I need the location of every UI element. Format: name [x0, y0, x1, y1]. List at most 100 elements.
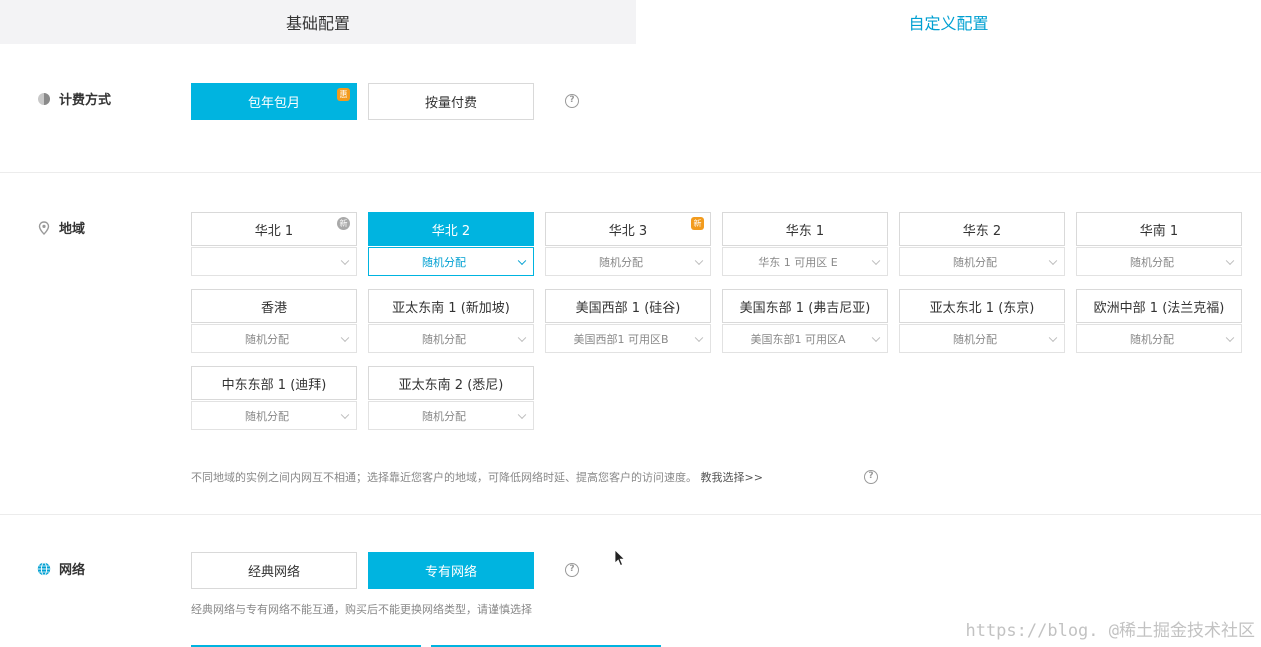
billing-option-label: 按量付费 — [424, 96, 477, 111]
zone-select-value: 随机分配 — [1130, 332, 1174, 346]
zone-select[interactable]: 随机分配 — [191, 324, 357, 353]
region-name-text: 亚太东北 1 (东京) — [929, 300, 1035, 316]
region-note-text: 不同地域的实例之间内网互不相通；选择靠近您客户的地域，可降低网络时延、提高您客户… — [191, 471, 697, 484]
region-name[interactable]: 华东 2 — [899, 212, 1065, 246]
region-card-huanan-1[interactable]: 华南 1 随机分配 — [1076, 212, 1242, 276]
chevron-down-icon — [1225, 333, 1235, 342]
tab-basic-config[interactable]: 基础配置 — [0, 0, 636, 44]
billing-help-icon[interactable]: ? — [565, 94, 579, 108]
watermark: https://blog. @稀土掘金技术社区 — [965, 621, 1255, 641]
zone-select[interactable]: 随机分配 — [545, 247, 711, 276]
zone-select[interactable]: 随机分配 — [368, 401, 534, 430]
mouse-cursor-icon — [614, 549, 626, 571]
zone-select[interactable]: 随机分配 — [899, 324, 1065, 353]
chevron-down-icon — [517, 256, 527, 265]
chevron-down-icon — [694, 333, 704, 342]
zone-select-value: 随机分配 — [422, 332, 466, 346]
zone-select[interactable]: 随机分配 — [899, 247, 1065, 276]
region-name[interactable]: 欧洲中部 1 (法兰克福) — [1076, 289, 1242, 323]
zone-select[interactable]: 随机分配 — [191, 401, 357, 430]
region-card-us-east[interactable]: 美国东部 1 (弗吉尼亚) 美国东部1 可用区A — [722, 289, 888, 353]
region-card-singapore[interactable]: 亚太东南 1 (新加坡) 随机分配 — [368, 289, 534, 353]
region-name-text: 亚太东南 1 (新加坡) — [392, 300, 510, 316]
region-name[interactable]: 美国东部 1 (弗吉尼亚) — [722, 289, 888, 323]
new-badge: 新 — [691, 217, 704, 230]
network-option-classic[interactable]: 经典网络 — [191, 552, 357, 589]
region-card-huadong-1[interactable]: 华东 1 华东 1 可用区 E — [722, 212, 888, 276]
region-card-sydney[interactable]: 亚太东南 2 (悉尼) 随机分配 — [368, 366, 534, 430]
network-option-vpc[interactable]: 专有网络 — [368, 552, 534, 589]
zone-select-value: 随机分配 — [422, 409, 466, 423]
help-me-choose-link[interactable]: 教我选择>> — [701, 471, 763, 484]
region-name-text: 华北 1 — [254, 223, 294, 239]
zone-select-value: 随机分配 — [245, 409, 289, 423]
discount-badge: 惠 — [337, 88, 350, 101]
chevron-down-icon — [871, 256, 881, 265]
region-name[interactable]: 亚太东北 1 (东京) — [899, 289, 1065, 323]
coin-icon — [37, 92, 51, 106]
region-name[interactable]: 亚太东南 2 (悉尼) — [368, 366, 534, 400]
zone-select[interactable]: 随机分配 — [368, 324, 534, 353]
zone-select[interactable]: 美国西部1 可用区B — [545, 324, 711, 353]
region-name-text: 香港 — [260, 300, 287, 316]
region-name[interactable]: 华北 1 新 — [191, 212, 357, 246]
zone-select[interactable] — [191, 247, 357, 276]
region-name-text: 华东 2 — [962, 223, 1002, 239]
region-name[interactable]: 华北 3 新 — [545, 212, 711, 246]
region-name[interactable]: 美国西部 1 (硅谷) — [545, 289, 711, 323]
region-name-text: 华北 2 — [431, 223, 471, 239]
zone-select-value: 随机分配 — [422, 255, 466, 269]
chevron-down-icon — [694, 256, 704, 265]
region-name-text: 美国东部 1 (弗吉尼亚) — [739, 300, 871, 316]
network-label: 网络 — [59, 563, 86, 578]
section-divider — [0, 514, 1261, 515]
region-name-text: 中东东部 1 (迪拜) — [221, 377, 327, 393]
tab-custom-config[interactable]: 自定义配置 — [636, 0, 1261, 44]
chevron-down-icon — [1225, 256, 1235, 265]
zone-select-value: 美国东部1 可用区A — [750, 332, 846, 346]
region-help-icon[interactable]: ? — [864, 470, 878, 484]
region-name[interactable]: 亚太东南 1 (新加坡) — [368, 289, 534, 323]
region-card-dubai[interactable]: 中东东部 1 (迪拜) 随机分配 — [191, 366, 357, 430]
region-name-text: 亚太东南 2 (悉尼) — [398, 377, 504, 393]
zone-select[interactable]: 随机分配 — [1076, 247, 1242, 276]
globe-icon — [37, 561, 51, 576]
region-card-huadong-2[interactable]: 华东 2 随机分配 — [899, 212, 1065, 276]
zone-select[interactable]: 随机分配 — [368, 247, 534, 276]
zone-select[interactable]: 美国东部1 可用区A — [722, 324, 888, 353]
zone-select[interactable]: 随机分配 — [1076, 324, 1242, 353]
billing-option-subscription[interactable]: 包年包月 惠 — [191, 83, 357, 120]
region-card-huabei-2[interactable]: 华北 2 随机分配 — [368, 212, 534, 276]
network-help-icon[interactable]: ? — [565, 563, 579, 577]
chevron-down-icon — [517, 410, 527, 419]
chevron-down-icon — [340, 333, 350, 342]
region-card-frankfurt[interactable]: 欧洲中部 1 (法兰克福) 随机分配 — [1076, 289, 1242, 353]
region-name[interactable]: 华南 1 — [1076, 212, 1242, 246]
region-section-label: 地域 — [37, 218, 85, 237]
zone-select-value: 随机分配 — [245, 332, 289, 346]
zone-select-value: 随机分配 — [599, 255, 643, 269]
region-name-text: 美国西部 1 (硅谷) — [575, 300, 681, 316]
region-name[interactable]: 华北 2 — [368, 212, 534, 246]
region-card-tokyo[interactable]: 亚太东北 1 (东京) 随机分配 — [899, 289, 1065, 353]
region-card-hongkong[interactable]: 香港 随机分配 — [191, 289, 357, 353]
chevron-down-icon — [1048, 333, 1058, 342]
region-label: 地域 — [59, 222, 86, 237]
region-name[interactable]: 中东东部 1 (迪拜) — [191, 366, 357, 400]
region-card-huabei-3[interactable]: 华北 3 新 随机分配 — [545, 212, 711, 276]
network-note: 经典网络与专有网络不能互通，购买后不能更换网络类型，请谨慎选择 — [191, 603, 532, 616]
chevron-down-icon — [517, 333, 527, 342]
zone-select[interactable]: 华东 1 可用区 E — [722, 247, 888, 276]
billing-option-pay-as-you-go[interactable]: 按量付费 — [368, 83, 534, 120]
billing-option-label: 包年包月 — [247, 96, 300, 111]
section-divider — [0, 172, 1261, 173]
chevron-down-icon — [340, 256, 350, 265]
region-name[interactable]: 华东 1 — [722, 212, 888, 246]
region-card-huabei-1[interactable]: 华北 1 新 — [191, 212, 357, 276]
network-option-label: 专有网络 — [424, 565, 477, 580]
region-card-us-west[interactable]: 美国西部 1 (硅谷) 美国西部1 可用区B — [545, 289, 711, 353]
region-note: 不同地域的实例之间内网互不相通；选择靠近您客户的地域，可降低网络时延、提高您客户… — [191, 469, 763, 485]
region-name-text: 欧洲中部 1 (法兰克福) — [1093, 300, 1225, 316]
region-name[interactable]: 香港 — [191, 289, 357, 323]
zone-select-value: 随机分配 — [953, 332, 997, 346]
